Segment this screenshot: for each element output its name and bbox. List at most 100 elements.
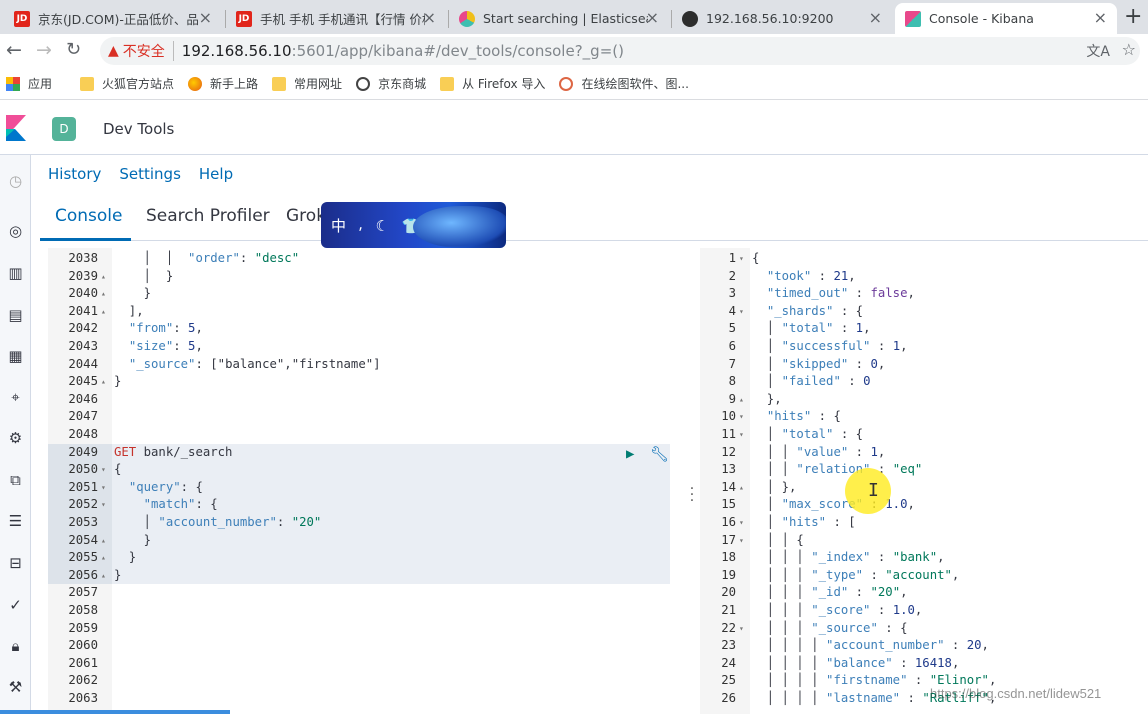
folder-icon	[272, 76, 287, 91]
side-nav-rail: ◷ ◎ ▥ ▤ ▦ ⌖ ⚙ ⧉ ☰ ⊟ ✓ 🔒︎ ⚒	[0, 155, 31, 714]
code-text: │ │ │ "_id" : "20",	[752, 585, 908, 600]
bookmark-getting-started[interactable]: 新手上路	[188, 75, 258, 92]
response-output[interactable]: 1 ▾{2 "took" : 21, 3 "timed_out" : false, 4…	[700, 248, 1148, 714]
address-bar-row: ← → ↻ ▲ 不安全 192.168.56.10 :5601/app/kiba…	[0, 34, 1148, 68]
fold-toggle-icon[interactable]: ▾	[739, 514, 744, 532]
line-number: 6	[728, 339, 736, 353]
fold-toggle-icon[interactable]: ▾	[101, 461, 106, 479]
line-number: 2045	[68, 374, 98, 389]
line-number: 9	[728, 391, 736, 406]
omnibox[interactable]: ▲ 不安全 192.168.56.10 :5601/app/kibana#/de…	[100, 37, 1140, 65]
close-icon[interactable]: ×	[869, 9, 882, 27]
bookmark-online-drawing[interactable]: 在线绘图软件、图...	[559, 75, 689, 92]
tab-console[interactable]: Console	[55, 206, 123, 226]
bookmark-common-sites[interactable]: 常用网址	[272, 75, 342, 92]
help-link[interactable]: Help	[199, 165, 233, 183]
back-arrow-icon[interactable]: ←	[6, 39, 22, 61]
input-method-widget[interactable]: 中 ⸴ ☾ 👕	[321, 202, 506, 248]
browser-tab-elastic[interactable]: Start searching | Elasticsearch ×	[449, 3, 669, 34]
close-icon[interactable]: ×	[199, 9, 212, 27]
fold-toggle-icon[interactable]: ▾	[739, 532, 744, 550]
space-avatar[interactable]: D	[52, 117, 76, 141]
fold-toggle-icon[interactable]: ▴	[101, 532, 106, 550]
dashboard-icon[interactable]: ▤	[6, 305, 25, 324]
browser-tab-jd-home[interactable]: JD 京东(JD.COM)-正品低价、品质 ×	[4, 3, 222, 34]
request-actions-wrench-icon[interactable]: 🔧︎	[650, 445, 669, 463]
fold-toggle-icon[interactable]: ▾	[739, 250, 744, 268]
close-icon[interactable]: ×	[646, 9, 659, 27]
tab-search-profiler[interactable]: Search Profiler	[146, 206, 270, 226]
pane-resizer-handle[interactable]: · · ·	[688, 482, 696, 508]
apm-icon[interactable]: ⊟	[6, 553, 25, 572]
bookmark-label: 从 Firefox 导入	[462, 77, 546, 91]
line-number: 17	[721, 532, 736, 547]
fold-toggle-icon[interactable]: ▴	[101, 373, 106, 391]
code-text: │ │ │ │ "balance" : 16418,	[752, 655, 960, 670]
browser-tab-kibana-console[interactable]: Console - Kibana ×	[895, 3, 1117, 34]
fold-toggle-icon[interactable]: ▴	[739, 479, 744, 497]
fold-toggle-icon[interactable]: ▾	[101, 479, 106, 497]
line-number: 2039	[68, 268, 98, 283]
fold-toggle-icon[interactable]: ▾	[739, 408, 744, 426]
line-number: 2057	[68, 585, 98, 600]
bookmark-jd-mall[interactable]: 京东商城	[356, 75, 426, 92]
tab-title: Start searching | Elasticsearch	[483, 11, 648, 26]
code-text: ],	[114, 303, 144, 318]
browser-tab-jd-phones[interactable]: JD 手机 手机 手机通讯【行情 价格 ×	[226, 3, 446, 34]
fold-toggle-icon[interactable]: ▾	[739, 303, 744, 321]
discover-compass-icon[interactable]: ◎	[6, 221, 25, 240]
fold-toggle-icon[interactable]: ▴	[101, 567, 106, 585]
code-text: │ │ "order": "desc"	[114, 251, 300, 265]
fold-toggle-icon[interactable]: ▴	[101, 268, 106, 286]
infrastructure-icon[interactable]: ⧉	[6, 470, 25, 489]
siem-lock-icon[interactable]: 🔒︎	[6, 636, 25, 655]
close-icon[interactable]: ×	[423, 9, 436, 27]
uptime-icon[interactable]: ✓	[6, 595, 25, 614]
bookmark-firefox-official[interactable]: 火狐官方站点	[80, 75, 174, 92]
code-text: "match": {	[143, 497, 218, 512]
insecure-label[interactable]: 不安全	[123, 41, 174, 61]
line-number: 2060	[68, 638, 98, 653]
machine-learning-icon[interactable]: ⚙	[6, 428, 25, 447]
bookmark-star-icon[interactable]: ☆	[1122, 40, 1136, 59]
history-link[interactable]: History	[48, 165, 101, 183]
kibana-logo-icon[interactable]	[6, 115, 26, 141]
close-icon[interactable]: ×	[1094, 9, 1107, 27]
line-number: 16	[721, 515, 736, 529]
fold-toggle-icon[interactable]: ▾	[739, 426, 744, 444]
maps-icon[interactable]: ⌖	[6, 387, 25, 406]
canvas-icon[interactable]: ▦	[6, 346, 25, 365]
active-tab-indicator	[40, 238, 131, 241]
forward-arrow-icon[interactable]: →	[36, 39, 52, 61]
browser-tab-es-node[interactable]: 192.168.56.10:9200 ×	[672, 3, 892, 34]
dev-tools-wrench-icon[interactable]: ⚒	[6, 677, 25, 696]
line-number: 2059	[68, 620, 98, 635]
settings-link[interactable]: Settings	[119, 165, 181, 183]
fold-toggle-icon[interactable]: ▾	[101, 496, 106, 514]
new-tab-button[interactable]: +	[1124, 4, 1142, 29]
text-cursor-icon: I	[868, 480, 879, 501]
visualize-chart-icon[interactable]: ▥	[6, 263, 25, 282]
warning-icon[interactable]: ▲	[108, 43, 119, 59]
send-request-play-icon[interactable]: ▶	[626, 446, 634, 462]
recent-clock-icon[interactable]: ◷	[6, 171, 25, 190]
fold-toggle-icon[interactable]: ▾	[739, 620, 744, 638]
code-text: │ "successful" : 1,	[752, 339, 908, 353]
request-editor[interactable]: 2038 │ │ "order": "desc" 2039 ▴ │ } 2040 ▴ }…	[48, 248, 670, 714]
horizontal-scrollbar[interactable]	[0, 710, 230, 714]
logs-icon[interactable]: ☰	[6, 511, 25, 530]
reload-icon[interactable]: ↻	[66, 39, 81, 60]
fold-toggle-icon[interactable]: ▴	[101, 549, 106, 567]
url-host: 192.168.56.10	[181, 42, 292, 60]
bookmark-apps[interactable]: 应用	[6, 75, 52, 92]
translate-icon[interactable]: 文A	[1086, 41, 1110, 61]
bookmark-import-firefox[interactable]: 从 Firefox 导入	[440, 75, 545, 92]
line-number: 18	[721, 550, 736, 565]
fold-toggle-icon[interactable]: ▴	[101, 285, 106, 303]
code-text: "size": 5,	[128, 339, 203, 353]
line-number: 10	[721, 409, 736, 424]
tab-title: 192.168.56.10:9200	[706, 11, 834, 26]
kibana-favicon-icon	[905, 10, 921, 27]
fold-toggle-icon[interactable]: ▴	[739, 391, 744, 409]
fold-toggle-icon[interactable]: ▴	[101, 303, 106, 321]
